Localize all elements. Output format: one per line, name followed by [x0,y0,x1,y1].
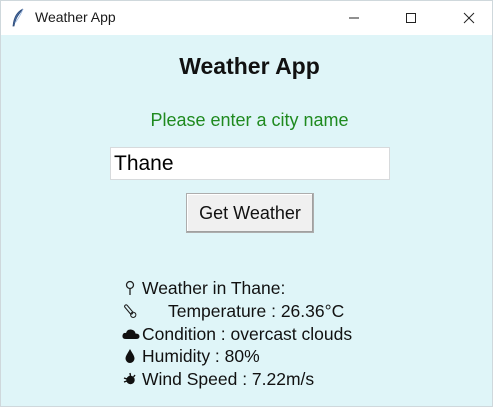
temperature-text: Temperature : 26.36°C [168,300,345,321]
humidity-row: Humidity : 80% [121,345,260,367]
close-icon [463,12,475,24]
location-text: Weather in Thane: [142,277,286,298]
wind-text: Wind Speed : 7.22m/s [142,368,315,389]
get-weather-button[interactable]: Get Weather [186,193,314,233]
condition-text: Condition : overcast clouds [142,323,353,344]
city-input[interactable] [110,147,390,180]
wind-row: Wind Speed : 7.22m/s [121,368,314,390]
app-window: Weather App Weather App Please enter a c… [0,0,493,407]
maximize-button[interactable] [388,1,434,35]
title-bar: Weather App [1,1,492,35]
page-title: Weather App [179,53,320,79]
cloud-icon [121,325,140,343]
maximize-icon [405,12,417,24]
thermometer-icon [121,302,139,320]
minimize-button[interactable] [331,1,377,35]
city-prompt-label: Please enter a city name [150,110,349,130]
temperature-row: Temperature : 26.36°C [121,300,344,322]
feather-icon [11,8,25,28]
wind-icon [121,370,139,388]
condition-row: Condition : overcast clouds [121,323,352,345]
humidity-text: Humidity : 80% [142,345,260,366]
minimize-icon [348,12,360,24]
close-button[interactable] [446,1,492,35]
location-row: Weather in Thane: [121,277,285,299]
window-title: Weather App [35,9,116,25]
droplet-icon [121,347,139,365]
pin-icon [121,279,139,297]
